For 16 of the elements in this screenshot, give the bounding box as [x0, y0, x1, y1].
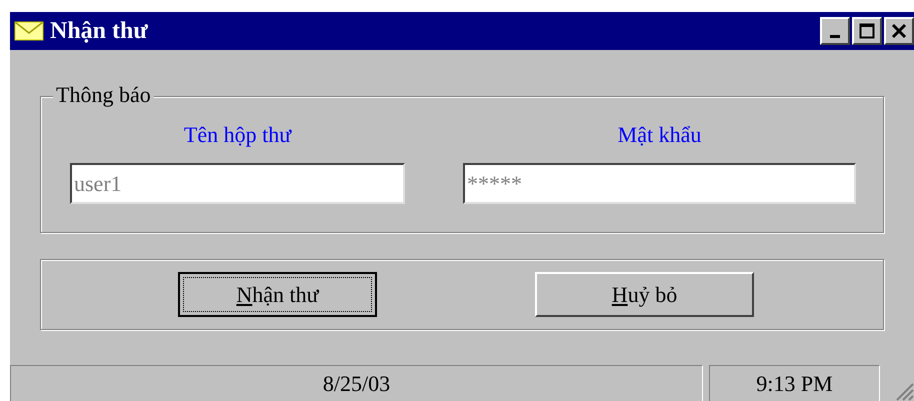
maximize-button[interactable]	[852, 17, 882, 45]
window-title: Nhận thư	[50, 19, 148, 43]
maximize-icon	[859, 23, 875, 39]
close-icon	[891, 23, 907, 39]
status-bar-panel: 8/25/03	[10, 365, 703, 401]
minimize-icon	[830, 34, 840, 38]
dialog-button[interactable]: Huỷ bỏ	[535, 272, 754, 317]
status-bar-panel: 9:13 PM	[709, 365, 880, 401]
input-field[interactable]: user1	[70, 163, 405, 204]
minimize-button[interactable]	[820, 17, 850, 45]
field-label: Tên hộp thư	[184, 121, 292, 149]
envelope-icon	[14, 21, 44, 41]
dialog-button[interactable]: Nhận thư	[178, 272, 377, 317]
field-label: Mật khẩu	[618, 121, 702, 149]
close-button[interactable]	[884, 17, 914, 45]
input-field[interactable]: *****	[463, 163, 856, 204]
